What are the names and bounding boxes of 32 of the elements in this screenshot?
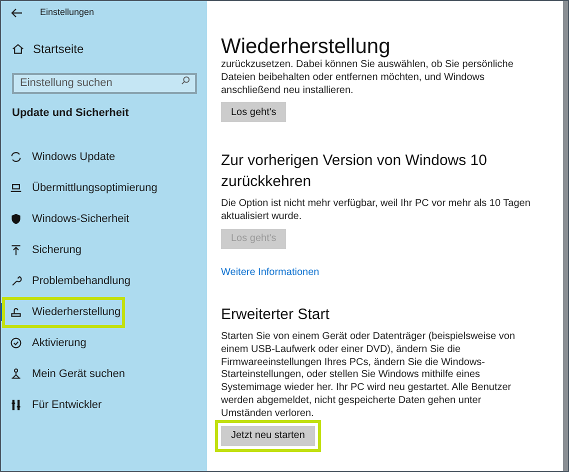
more-info-link[interactable]: Weitere Informationen xyxy=(221,264,320,280)
person-icon xyxy=(10,368,22,380)
nav-item[interactable]: Übermittlungsoptimierung xyxy=(4,174,168,202)
search-field[interactable]: Einstellung suchen xyxy=(12,72,197,94)
upload-icon xyxy=(10,244,22,256)
home-link[interactable]: Startseite xyxy=(12,40,84,58)
page-title: Wiederherstellung xyxy=(221,35,392,59)
search-icon xyxy=(181,76,190,85)
home-icon xyxy=(12,43,24,55)
monitor-icon xyxy=(10,182,22,194)
nav-item[interactable]: Für Entwickler xyxy=(4,392,112,418)
section-heading: Erweiterter Start xyxy=(221,304,330,325)
action-button[interactable]: Los geht's xyxy=(221,102,286,122)
sync-icon xyxy=(10,151,22,163)
section-heading: Update und Sicherheit xyxy=(12,106,130,121)
nav-item[interactable]: Windows Update xyxy=(4,144,126,170)
nav-item[interactable]: Problembehandlung xyxy=(4,268,140,294)
shield-icon xyxy=(10,213,22,225)
nav-item[interactable]: Sicherung xyxy=(4,236,92,264)
sliders-icon xyxy=(10,399,22,411)
check-circle-icon xyxy=(10,337,22,349)
action-button[interactable]: Jetzt neu starten xyxy=(221,426,315,446)
back-icon[interactable] xyxy=(11,8,23,18)
nav-item[interactable]: Mein Gerät suchen xyxy=(4,360,135,388)
description-text: zurückzusetzen. Dabei können Sie auswählen, ob Sie persönliche Dateien beibehalten oder entfernen möchten, und Windows anschließend neu installieren. xyxy=(221,59,514,98)
nav-item[interactable]: Aktivierung xyxy=(4,330,96,356)
description-text: Starten Sie von einem Gerät oder Datenträger (beispielsweise von einem USB-Laufwerk oder einer DVD), ändern Sie die Firmwareeinstellungen Ihres PCs, ändern Sie die Windows-Starteinstellungen, oder stellen Sie Windows mithilfe eines Systemimage wieder her. Ihr PC wird neu gestartet. Alle Benutzer werden abgemeldet, nicht gespeicherte Daten gehen unter Umständen verloren. xyxy=(221,330,516,421)
nav-item[interactable]: Windows-Sicherheit xyxy=(4,206,140,232)
description-text: Die Option ist nicht mehr verfügbar, weil Ihr PC vor mehr als 10 Tagen aktualisiert wurde. xyxy=(221,198,531,224)
window-title: Einstellungen xyxy=(40,6,94,20)
nav-item[interactable]: Wiederherstellung xyxy=(4,298,123,326)
section-heading: Zur vorherigen Version von Windows 10 zurückkehren xyxy=(221,151,488,192)
